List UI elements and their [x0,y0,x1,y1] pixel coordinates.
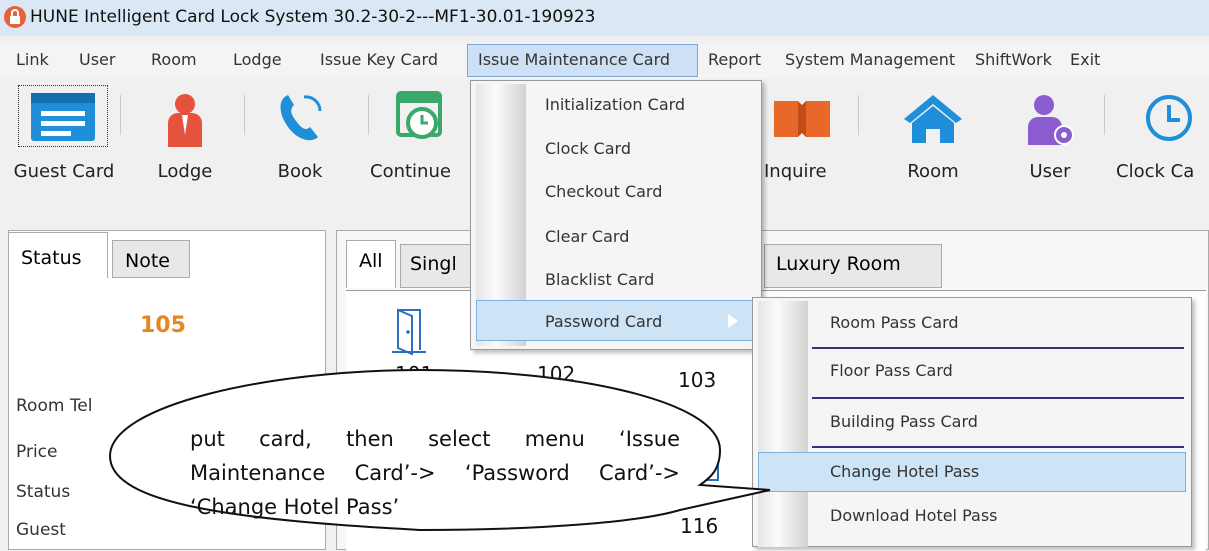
callout-instruction-text: put card, then select menu ‘Issue Mainte… [190,427,680,519]
